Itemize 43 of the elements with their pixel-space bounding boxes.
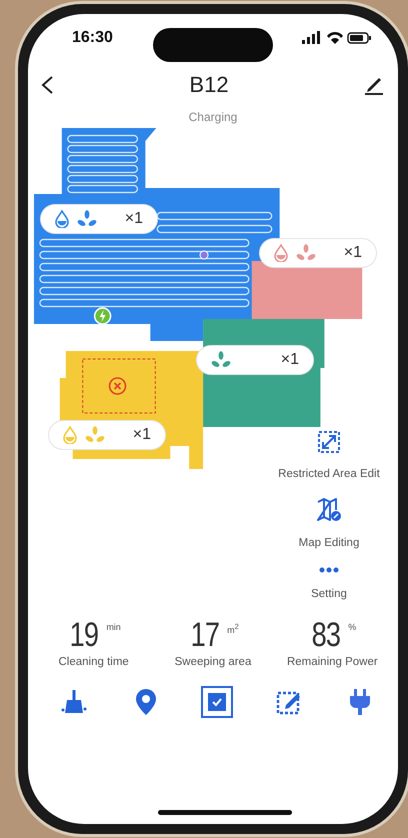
stat-value: 83 bbox=[312, 618, 341, 652]
map-action-button[interactable]: Setting bbox=[311, 567, 347, 600]
stat-label: Cleaning time bbox=[58, 656, 129, 668]
broom-icon bbox=[61, 689, 87, 715]
pass-count: ×1 bbox=[280, 351, 299, 369]
device-title: B12 bbox=[189, 72, 229, 98]
fan-icon bbox=[296, 244, 316, 262]
status-text: Charging bbox=[188, 110, 238, 126]
map-action-button[interactable]: Restricted Area Edit bbox=[278, 431, 380, 480]
room-label[interactable]: ×1 bbox=[49, 421, 165, 449]
map-edit-icon bbox=[316, 498, 342, 522]
pencil-icon bbox=[364, 75, 384, 95]
stat-unit: % bbox=[348, 622, 356, 632]
room-label[interactable]: ×1 bbox=[197, 346, 313, 374]
more-dots-icon bbox=[319, 567, 339, 573]
nav-tab[interactable] bbox=[201, 686, 233, 718]
stat-value: 17 bbox=[190, 618, 220, 652]
stat-label: Sweeping area bbox=[174, 656, 252, 668]
fan-icon bbox=[77, 210, 97, 228]
checked-square-icon bbox=[208, 693, 226, 711]
room-label[interactable]: ×1 bbox=[260, 239, 376, 267]
back-chevron-icon bbox=[40, 75, 54, 95]
room-label[interactable]: ×1 bbox=[41, 205, 157, 233]
dashed-edit-icon bbox=[276, 689, 302, 715]
stat-unit: min bbox=[106, 622, 121, 632]
resize-area-icon bbox=[318, 431, 340, 453]
stat-value: 19 bbox=[70, 618, 99, 652]
stat-label: Remaining Power bbox=[286, 656, 378, 668]
pass-count: ×1 bbox=[124, 210, 143, 228]
plug-icon bbox=[348, 688, 372, 716]
fan-icon bbox=[211, 351, 231, 369]
map-action-button[interactable]: Map Editing bbox=[298, 498, 360, 549]
pass-count: ×1 bbox=[132, 426, 151, 444]
pass-count: ×1 bbox=[344, 244, 362, 262]
water-drop-icon bbox=[55, 210, 69, 228]
location-pin-icon bbox=[134, 688, 158, 716]
water-drop-icon bbox=[63, 426, 77, 444]
restricted-zone[interactable] bbox=[82, 358, 156, 414]
stat-unit: m$^{2}$ bbox=[227, 622, 239, 635]
status-icons-drawing bbox=[302, 31, 372, 45]
clock-time: 16:30 bbox=[72, 29, 113, 47]
water-drop-icon bbox=[274, 244, 288, 262]
fan-icon bbox=[85, 426, 105, 444]
